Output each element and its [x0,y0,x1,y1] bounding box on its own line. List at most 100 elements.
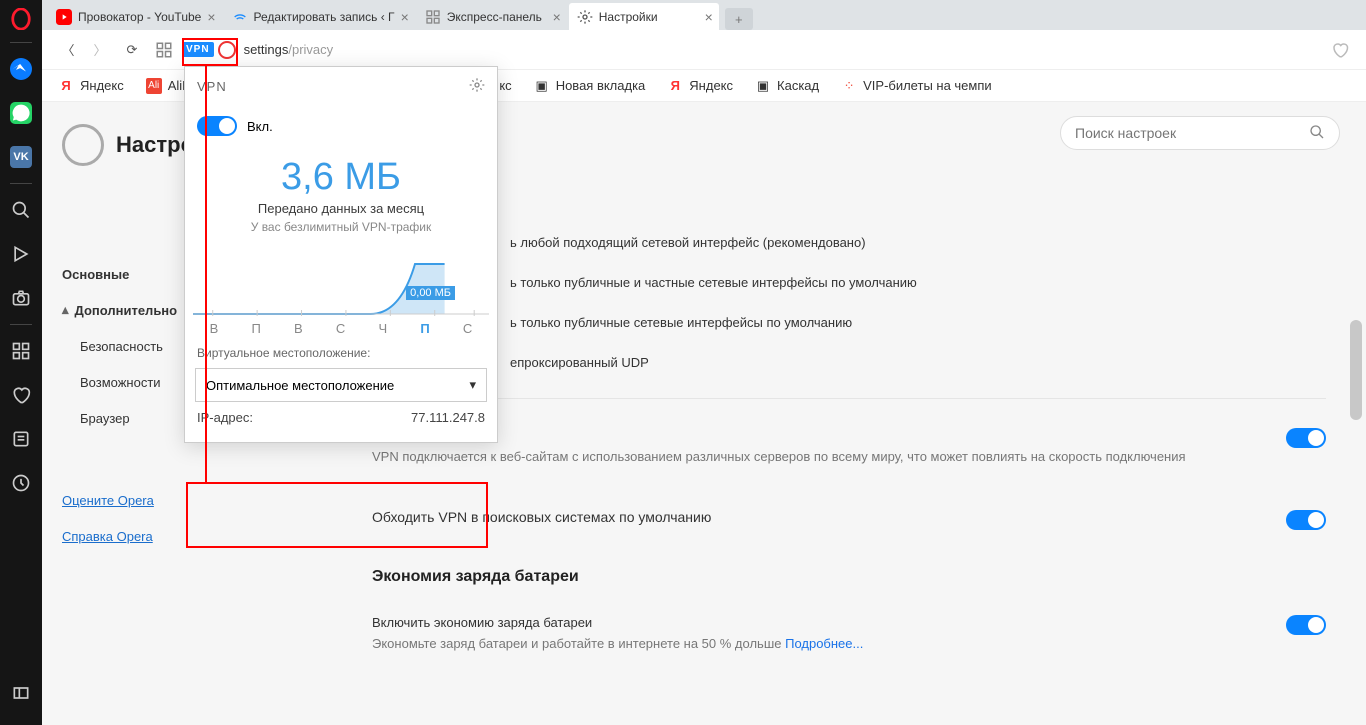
vpn-data-caption: Передано данных за месяц [185,201,497,216]
setting-label: Включить экономию заряда батареи [372,615,592,630]
close-icon[interactable]: × [705,9,713,25]
vk-icon[interactable]: VK [0,135,42,179]
bookmark-heart-icon[interactable] [1324,34,1356,66]
bookmark-yandex2[interactable]: Я Яндекс [667,78,733,94]
setting-label: Обходить VPN в поисковых системах по умо… [372,507,1266,528]
camera-icon[interactable] [0,276,42,320]
sidebar-link-rate[interactable]: Оцените Opera [62,482,352,518]
url-text: settings/privacy [244,42,334,57]
close-icon[interactable]: × [401,9,409,25]
bookmark-label: Новая вкладка [556,78,646,93]
section-heading: Экономия заряда батареи [372,568,1326,586]
scrollbar-thumb[interactable] [1350,320,1362,420]
vpn-data-amount: 3,6 МБ [185,156,497,199]
wifi-icon [232,9,248,25]
search-icon [1309,124,1325,143]
tab-label: Настройки [599,10,699,24]
search-input[interactable] [1075,125,1309,141]
chevron-up-icon: ▴ [62,302,69,318]
search-icon[interactable] [0,188,42,232]
back-button[interactable]: 〈 [52,34,84,66]
setting-battery-saver: Включить экономию заряда батареи Экономь… [372,604,1326,662]
address-bar: 〈 〉 ⟳ VPN settings/privacy [42,30,1366,70]
forward-button[interactable]: 〉 [84,34,116,66]
bookmark-item[interactable]: кс [499,78,511,93]
toggle-label: Вкл. [247,119,273,134]
bookmark-label: Яндекс [80,78,124,93]
close-icon[interactable]: × [207,9,215,25]
setting-description: VPN подключается к веб-сайтам с использо… [372,449,1186,464]
page-icon: ▣ [755,78,771,94]
reload-button[interactable]: ⟳ [116,34,148,66]
chart-x-axis: ВПВСЧПС [193,321,489,336]
close-icon[interactable]: × [553,9,561,25]
toggle-vpn-popup[interactable] [197,116,237,136]
heart-icon[interactable] [0,373,42,417]
bookmark-yandex[interactable]: Я Яндекс [58,78,124,94]
sidebar-rail: VK [0,0,42,725]
ip-label: IP-адрес: [197,410,253,425]
ip-value: 77.111.247.8 [411,410,485,425]
panel-toggle-icon[interactable] [0,671,42,715]
gear-icon[interactable] [469,77,485,96]
gear-icon [577,9,593,25]
vpn-popup-title: VPN [197,79,227,94]
setting-vpn-bypass: Обходить VPN в поисковых системах по умо… [372,499,1326,538]
vpn-badge[interactable]: VPN [182,42,214,57]
speeddial-icon[interactable] [0,329,42,373]
ali-icon: Ali [146,78,162,94]
opera-o-large-icon [62,124,104,166]
select-value: Оптимальное местоположение [206,378,394,393]
vpn-location-select[interactable]: Оптимальное местоположение ▾ [195,368,487,402]
start-page-button[interactable] [148,34,180,66]
yandex-icon: Я [667,78,683,94]
tab-youtube[interactable]: Провокатор - YouTube × [48,3,222,30]
tab-bar: Провокатор - YouTube × Редактировать зап… [42,0,1366,30]
sidebar-link-help[interactable]: Справка Opera [62,518,352,554]
vpn-ip-row: IP-адрес: 77.111.247.8 [195,402,487,432]
opera-o-icon [218,41,236,59]
tab-editor[interactable]: Редактировать запись ‹ Г × [224,3,415,30]
url-box[interactable]: VPN settings/privacy [180,35,1324,65]
tab-label: Провокатор - YouTube [78,10,201,24]
learn-more-link[interactable]: Подробнее... [785,636,863,651]
vpn-popup: VPN Вкл. 3,6 МБ Передано данных за месяц… [184,66,498,443]
messenger-icon[interactable] [0,47,42,91]
bookmark-label: кс [499,78,511,93]
settings-search[interactable] [1060,116,1340,150]
toggle-vpn[interactable] [1286,428,1326,448]
bookmark-vip[interactable]: ⁘ VIP-билеты на чемпи [841,78,992,94]
grid-icon [425,9,441,25]
setting-description: Экономьте заряд батареи и работайте в ин… [372,636,785,651]
opera-logo[interactable] [0,0,42,38]
radio-option[interactable]: епроксированный UDP [352,342,1366,382]
yandex-icon: Я [58,78,74,94]
tab-label: Экспресс-панель [447,10,547,24]
radio-option[interactable]: ь только публичные и частные сетевые инт… [352,262,1366,302]
divider [372,398,1326,399]
history-icon[interactable] [0,461,42,505]
radio-option[interactable]: ь любой подходящий сетевой интерфейс (ре… [352,222,1366,262]
bookmark-label: Яндекс [689,78,733,93]
toggle-battery[interactable] [1286,615,1326,635]
tab-settings[interactable]: Настройки × [569,3,719,30]
bookmark-label: VIP-билеты на чемпи [863,78,992,93]
vpn-data-note: У вас безлимитный VPN-трафик [185,220,497,234]
tab-speeddial[interactable]: Экспресс-панель × [417,3,567,30]
vpn-location-label: Виртуальное местоположение: [185,336,497,360]
vpn-usage-chart: 0,00 МБ ВПВСЧПС [193,246,489,336]
bookmark-newtab[interactable]: ▣ Новая вкладка [534,78,646,94]
bookmark-label: Каскад [777,78,819,93]
chart-value-badge: 0,00 МБ [406,286,455,300]
play-icon[interactable] [0,232,42,276]
news-icon[interactable] [0,417,42,461]
whatsapp-icon[interactable] [0,91,42,135]
toggle-vpn-bypass[interactable] [1286,510,1326,530]
dots-icon: ⁘ [841,78,857,94]
bookmark-cascade[interactable]: ▣ Каскад [755,78,819,94]
setting-vpn-enable: робнее... VPN подключается к веб-сайтам … [372,417,1326,475]
settings-main: ь любой подходящий сетевой интерфейс (ре… [352,102,1366,725]
page-icon: ▣ [534,78,550,94]
radio-option[interactable]: ь только публичные сетевые интерфейсы по… [352,302,1366,342]
new-tab-button[interactable]: + [725,8,753,30]
